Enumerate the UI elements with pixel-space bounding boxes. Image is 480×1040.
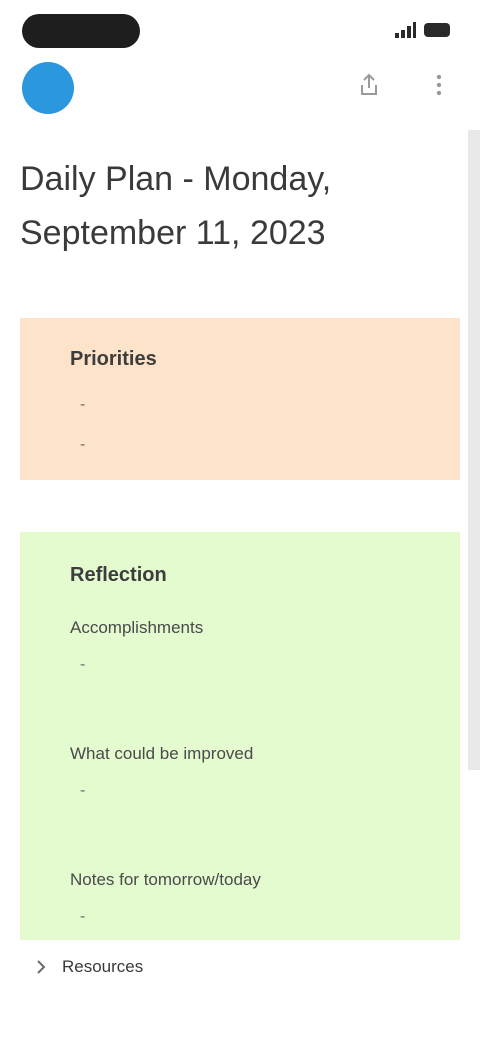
priority-item[interactable]: - [80,396,85,414]
field-value[interactable]: - [80,782,253,800]
resources-toggle[interactable]: Resources [30,956,143,978]
share-icon[interactable] [356,72,382,98]
field-label: Notes for tomorrow/today [70,870,261,889]
page-title: Daily Plan - Monday, September 11, 2023 [20,160,332,252]
more-icon[interactable] [426,72,452,98]
resources-label: Resources [62,957,144,976]
field-notes: Notes for tomorrow/today - [70,870,261,926]
battery-icon [424,23,450,37]
status-icons [394,22,450,38]
priorities-heading: Priorities [70,348,157,370]
field-label: Accomplishments [70,618,204,637]
signal-icon [395,22,416,38]
reflection-card: Reflection Accomplishments - What could … [20,532,460,940]
field-value[interactable]: - [80,656,203,674]
field-improvements: What could be improved - [70,744,253,800]
field-value[interactable]: - [80,908,261,926]
scrollbar[interactable] [468,130,480,770]
avatar[interactable] [22,62,74,114]
status-time-pill [22,14,140,48]
field-label: What could be improved [70,744,254,763]
chevron-right-icon [37,960,46,974]
reflection-heading: Reflection [70,564,167,586]
field-accomplishments: Accomplishments - [70,618,203,674]
status-bar [0,0,480,64]
priority-item[interactable]: - [80,436,85,454]
priorities-card: Priorities - - [20,318,460,480]
